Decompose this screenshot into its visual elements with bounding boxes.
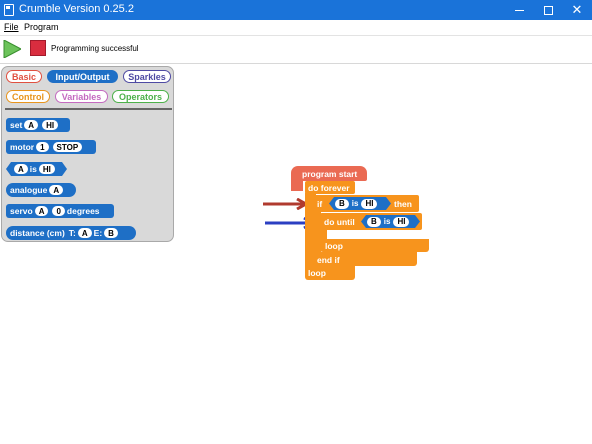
trigger-label: T:	[68, 228, 76, 238]
close-button[interactable]: ✕	[562, 0, 592, 20]
block-palette: Basic Input/Output Sparkles Control Vari…	[1, 66, 174, 242]
palette-block-servo[interactable]: servo A 0 degrees	[6, 204, 114, 218]
category-input-output[interactable]: Input/Output	[47, 70, 118, 83]
end-if-label: end if	[317, 255, 340, 265]
category-sparkles[interactable]: Sparkles	[123, 70, 171, 83]
palette-block-pin-is[interactable]: A is HI	[6, 162, 67, 176]
stop-icon[interactable]	[30, 40, 46, 56]
empty-slot-notch	[327, 230, 343, 239]
category-variables[interactable]: Variables	[55, 90, 108, 103]
category-control[interactable]: Control	[6, 90, 50, 103]
menu-divider	[0, 35, 592, 36]
loop-outer-label: loop	[308, 268, 326, 278]
status-message: Programming successful	[51, 44, 139, 53]
until-value-selector[interactable]: HI	[393, 217, 409, 227]
pin-selector[interactable]: A	[24, 120, 39, 130]
angle-input[interactable]: 0	[52, 206, 65, 216]
toolbar-divider	[0, 63, 592, 64]
palette-block-set[interactable]: set A HI	[6, 118, 70, 132]
minimize-button[interactable]	[504, 0, 534, 20]
play-icon[interactable]	[3, 40, 21, 58]
title-bar: Crumble Version 0.25.2 ✕	[0, 0, 592, 20]
pin-selector[interactable]: A	[34, 206, 49, 216]
motor-state-selector[interactable]: STOP	[52, 142, 83, 152]
motor-number-selector[interactable]: 1	[36, 142, 49, 152]
value-selector[interactable]: HI	[42, 120, 59, 130]
until-pin-selector[interactable]: B	[367, 217, 381, 227]
if-pin-selector[interactable]: B	[335, 199, 349, 209]
block-label: analogue	[10, 185, 48, 195]
palette-block-distance[interactable]: distance (cm) T: A E: B	[6, 226, 136, 240]
palette-divider	[5, 108, 172, 110]
pin-selector[interactable]: A	[49, 185, 64, 195]
program-start-block[interactable]: program start	[291, 166, 367, 181]
do-forever-label: do forever	[308, 183, 350, 193]
value-selector[interactable]: HI	[39, 164, 55, 174]
minimize-icon	[514, 9, 524, 11]
menu-program[interactable]: Program	[24, 22, 59, 32]
category-operators[interactable]: Operators	[112, 90, 169, 103]
block-unit: degrees	[66, 206, 100, 216]
block-label: distance (cm)	[10, 228, 65, 238]
menu-bar: File Program	[0, 20, 592, 35]
crumble-app-icon	[4, 4, 14, 16]
if-label: if	[317, 199, 323, 209]
pin-selector[interactable]: A	[14, 164, 28, 174]
if-condition-block[interactable]: B is HI	[329, 197, 391, 210]
palette-block-analogue[interactable]: analogue A	[6, 183, 76, 197]
trigger-pin-selector[interactable]: A	[77, 228, 92, 238]
program-start-label: program start	[302, 168, 358, 179]
if-is-label: is	[351, 199, 359, 208]
loop-inner-label: loop	[325, 241, 343, 251]
until-is-label: is	[383, 217, 391, 226]
block-label: set	[10, 120, 23, 130]
echo-pin-selector[interactable]: B	[104, 228, 118, 238]
block-label: servo	[10, 206, 33, 216]
category-basic[interactable]: Basic	[6, 70, 42, 83]
menu-file[interactable]: File	[4, 22, 19, 32]
maximize-icon	[543, 5, 553, 15]
if-value-selector[interactable]: HI	[361, 199, 377, 209]
window-title: Crumble Version 0.25.2	[19, 3, 134, 15]
until-condition-block[interactable]: B is HI	[361, 215, 420, 228]
palette-block-motor[interactable]: motor 1 STOP	[6, 140, 96, 154]
then-label: then	[394, 199, 412, 209]
block-label: is	[29, 164, 37, 174]
maximize-button[interactable]	[533, 0, 563, 20]
echo-label: E:	[93, 228, 103, 238]
block-label: motor	[10, 142, 35, 152]
do-until-label: do until	[324, 217, 355, 227]
